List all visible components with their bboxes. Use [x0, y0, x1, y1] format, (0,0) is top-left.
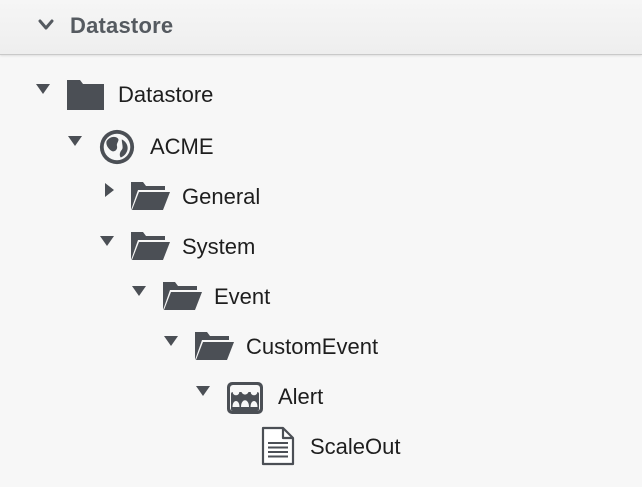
folder-open-icon: [163, 282, 202, 310]
collapsed-toggle-icon[interactable]: [102, 181, 116, 199]
datastore-panel: Datastore Datastore ACME General System …: [0, 0, 642, 487]
expanded-toggle-icon[interactable]: [130, 284, 148, 298]
expanded-toggle-icon[interactable]: [162, 334, 180, 348]
document-icon: [261, 426, 295, 466]
panel-header[interactable]: Datastore: [0, 0, 642, 55]
tree-node-label: Datastore: [118, 82, 214, 107]
tree-node-label: CustomEvent: [246, 334, 379, 359]
panel-title: Datastore: [70, 13, 174, 38]
tree-node-customevent[interactable]: CustomEvent: [0, 326, 420, 366]
tree-node-label: Event: [214, 284, 271, 309]
tree-node-scaleout[interactable]: ScaleOut: [0, 426, 420, 466]
group-icon: [227, 382, 263, 414]
tree-node-label: General: [182, 184, 261, 209]
folder-open-icon: [131, 182, 170, 210]
folder-open-icon: [195, 332, 234, 360]
expanded-toggle-icon[interactable]: [66, 134, 84, 148]
tree-node-acme[interactable]: ACME: [0, 126, 260, 166]
chevron-down-icon[interactable]: [37, 18, 55, 32]
tree-node-datastore[interactable]: Datastore: [0, 74, 260, 114]
tree-node-system[interactable]: System: [0, 226, 300, 266]
expanded-toggle-icon[interactable]: [194, 384, 212, 398]
tree-node-label: Alert: [278, 384, 324, 409]
datastore-tree: Datastore ACME General System Event Cust…: [0, 56, 642, 487]
globe-icon: [99, 129, 135, 165]
tree-node-alert[interactable]: Alert: [0, 376, 360, 416]
tree-node-label: System: [182, 234, 256, 259]
folder-open-icon: [131, 232, 170, 260]
tree-node-label: ACME: [150, 134, 214, 159]
expanded-toggle-icon[interactable]: [98, 234, 116, 248]
tree-node-general[interactable]: General: [0, 176, 300, 216]
expanded-toggle-icon[interactable]: [34, 82, 52, 96]
tree-node-label: ScaleOut: [310, 434, 401, 459]
folder-icon: [67, 80, 104, 110]
tree-node-event[interactable]: Event: [0, 276, 320, 316]
